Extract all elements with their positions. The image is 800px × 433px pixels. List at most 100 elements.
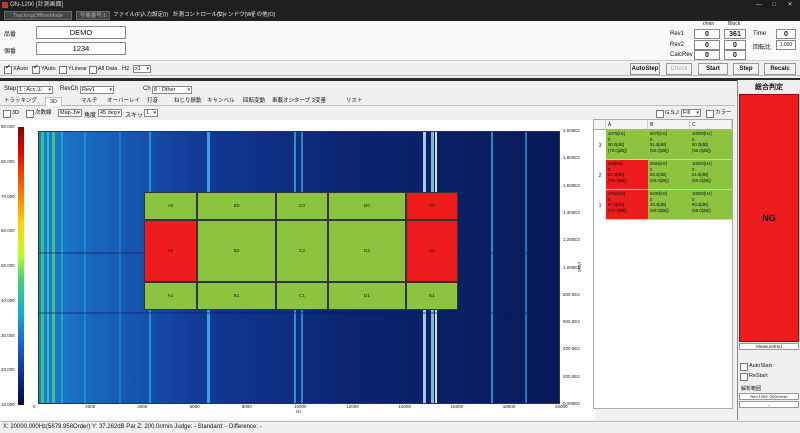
close-icon[interactable]: ✕ [783, 0, 797, 10]
grid-cell-d0[interactable]: D0 [328, 192, 406, 220]
result-cell[interactable]: 5025[Hz] 0 53.2[dB] (60.0[dB]) [648, 160, 690, 189]
alldata-checkbox[interactable]: All Data [89, 65, 117, 74]
tab-tracking[interactable]: トラッキング [4, 97, 37, 106]
ratio-value: 1.000 [776, 40, 796, 50]
tab-torsion[interactable]: ねじり振動 [174, 97, 202, 106]
machine-tab[interactable]: 号機番号:1 [76, 11, 110, 20]
block3-value: 0 [724, 50, 746, 60]
recalc-button[interactable]: Recalc [764, 63, 796, 75]
result-cell-line: (55.0[dB]) [692, 147, 711, 153]
result-cell[interactable]: 6200[Hz] 0 43.4[dB] (60.0[dB]) [648, 190, 690, 219]
table-row[interactable]: 3 4075[Hz] 0 50.0[dB] (70.0[dB]) 6075[Hz] 0 51.… [594, 130, 732, 160]
rpm-axis-tick: 1.200E3 [563, 237, 580, 243]
result-cell-line: (70.0[dB]) [608, 207, 627, 213]
result-cell[interactable]: 3700[Hz] 0 57.0[dB] (70.0[dB]) [606, 190, 648, 219]
step-select[interactable]: 1 : Acc.① [17, 86, 53, 94]
grid-cell-a0[interactable]: A0 [144, 192, 197, 220]
tab-hammering[interactable]: 打音 [147, 97, 158, 106]
yauto-checkbox[interactable]: YAuto [32, 64, 56, 74]
minimize-icon[interactable]: — [752, 0, 766, 10]
tab-multi[interactable]: マルチ [81, 97, 98, 106]
rpm-axis-label: r/min [577, 262, 582, 272]
color-scale-tick: 90.000 [1, 124, 15, 129]
row-index: 3 [594, 130, 606, 160]
angle-select[interactable]: 45 deg [98, 109, 122, 117]
grid-cell-e0[interactable]: E0 [406, 192, 458, 220]
status-bar: X: 20000.000Hz(5879.958Order) Y: 37.262d… [0, 421, 800, 433]
tab-campbell[interactable]: キャンベル [207, 97, 235, 106]
menu-window[interactable]: ウィンドウ(W) [217, 11, 253, 20]
3d-checkbox[interactable]: 3D [3, 109, 19, 118]
grid-cell-d1[interactable]: D1 [328, 282, 406, 310]
grid-cell-b1[interactable]: B1 [197, 282, 276, 310]
hz-label: Hz [122, 66, 130, 72]
menu-other[interactable]: その他(O) [251, 11, 275, 20]
rev1-label: Rev1 [670, 31, 685, 37]
autostep-button[interactable]: AutoStep [630, 63, 660, 75]
mode-tab[interactable]: TrackingOfflineMode [4, 11, 72, 20]
status-text: X: 20000.000Hz(5879.958Order) Y: 37.262d… [3, 424, 262, 430]
xauto-checkbox[interactable]: XAuto [4, 64, 28, 74]
tab-rotation-variation[interactable]: 回転変動 [243, 97, 265, 106]
grid-cell-e2[interactable]: E2 [406, 220, 458, 282]
view-tabs: トラッキング 3D マルチ オーバーレイ 打音 ねじり振動 キャンベル 回転変動… [0, 96, 735, 106]
result-cell-line: (60.0[dB]) [650, 147, 669, 153]
ch-select[interactable]: 8 : Other [152, 86, 192, 94]
rpm-axis-tick: 2.000E3 [563, 128, 580, 133]
result-cell[interactable]: 4075[Hz] 0 50.0[dB] (70.0[dB]) [606, 130, 648, 159]
revch-label: RevCh [60, 86, 79, 92]
color-checkbox[interactable]: カラー [706, 109, 732, 118]
table-row[interactable]: 1 3700[Hz] 0 57.0[dB] (70.0[dB]) 6200[Hz] 0 43.… [594, 190, 732, 220]
tab-onboard-oscilloscope[interactable]: 車載オシタープ [272, 97, 310, 106]
tab-overlay[interactable]: オーバーレイ [107, 97, 140, 106]
grid-cell-a1[interactable]: A1 [144, 282, 197, 310]
rpm-axis-tick: 1.800E3 [563, 155, 580, 161]
map-select[interactable]: Map-Jv [58, 109, 82, 117]
tab-3d[interactable]: 3D [45, 97, 63, 106]
zoom-select[interactable]: x1 [133, 65, 151, 73]
maximize-icon[interactable]: □ [767, 0, 781, 10]
result-cell[interactable]: 10000[Hz] 0 50.2[dB] (55.0[dB]) [690, 190, 732, 219]
gsj-checkbox[interactable]: G.S.J [656, 109, 679, 118]
restart-checkbox[interactable]: ReStart [740, 372, 768, 381]
result-cell[interactable]: 6075[Hz] 0 51.6[dB] (60.0[dB]) [648, 130, 690, 159]
rpm-axis-tick: 1.400E3 [563, 209, 580, 215]
result-cell[interactable]: 10000[Hz] 0 51.6[dB] (55.0[dB]) [690, 160, 732, 189]
revch-select[interactable]: Rev1 [80, 86, 114, 94]
x-axis-label: Hz [296, 409, 302, 414]
result-cell[interactable]: 200[Hz] 0 51.0[dB] (75.0[dB]) [606, 160, 648, 189]
grid-cell-c1[interactable]: C1 [276, 282, 328, 310]
tab-bivariate[interactable]: 2変量 [312, 97, 326, 106]
result-cell-line: (60.0[dB]) [650, 177, 669, 183]
splitter[interactable] [0, 78, 800, 81]
ylinear-checkbox[interactable]: YLinear [59, 65, 87, 74]
rev1-value: 0 [694, 29, 720, 39]
start-button[interactable]: Start [698, 63, 728, 75]
ratio-label: 回転比 [753, 45, 772, 51]
x-axis-tick: 8000 [241, 404, 252, 409]
color-scale-tick: 50.000 [1, 263, 15, 268]
table-row[interactable]: 2 200[Hz] 0 51.0[dB] (75.0[dB]) 5025[Hz] 0 53.2… [594, 160, 732, 190]
grid-cell-e1[interactable]: E1 [406, 282, 458, 310]
grid-cell-b2[interactable]: B2 [197, 220, 276, 282]
grid-cell-c2[interactable]: C2 [276, 220, 328, 282]
calcrev-label: CalcRev [670, 52, 693, 58]
x-axis-tick: 14000 [398, 404, 411, 409]
table-corner [594, 120, 606, 130]
tab-list[interactable]: リスト [346, 97, 363, 106]
step-button[interactable]: Step [733, 63, 759, 75]
grid-cell-a2[interactable]: A2 [144, 220, 197, 282]
order-line-checkbox[interactable]: 次数線 [26, 109, 52, 118]
autostart-checkbox[interactable]: AutoStart [740, 362, 772, 371]
check-button[interactable]: Check [666, 63, 692, 75]
menu-bar: TrackingOfflineMode 号機番号:1 ファイル(F) 入力設定(… [0, 10, 800, 21]
grid-cell-c0[interactable]: C0 [276, 192, 328, 220]
menu-input-settings[interactable]: 入力設定(I) [141, 11, 168, 20]
skip-input[interactable]: 1 [144, 109, 158, 117]
fill-select[interactable]: Fill [681, 109, 701, 117]
grid-cell-b0[interactable]: B0 [197, 192, 276, 220]
result-cell[interactable]: 10000[Hz] 0 50.0[dB] (55.0[dB]) [690, 130, 732, 159]
menu-file[interactable]: ファイル(F) [113, 11, 142, 20]
grid-cell-d2[interactable]: D2 [328, 220, 406, 282]
rpm-axis-tick: 800.0E2 [563, 291, 580, 297]
